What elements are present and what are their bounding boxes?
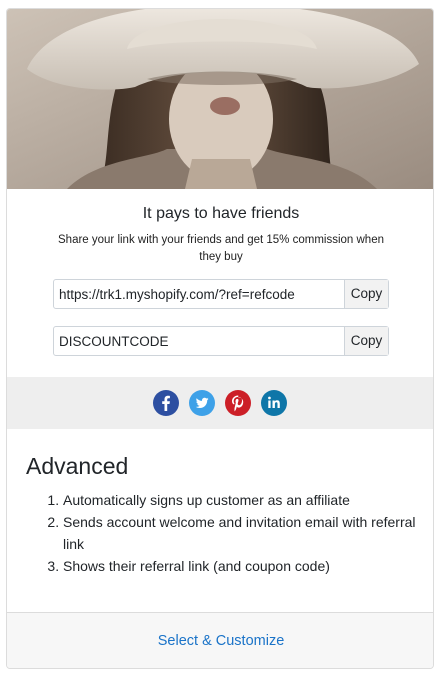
card-footer: Select & Customize xyxy=(7,612,433,668)
hero-image xyxy=(7,9,433,189)
copy-link-button[interactable]: Copy xyxy=(344,280,388,308)
advanced-feature-list: Automatically signs up customer as an af… xyxy=(39,489,433,577)
promo-title: It pays to have friends xyxy=(142,205,300,222)
referral-link-input[interactable] xyxy=(54,280,346,308)
twitter-icon[interactable] xyxy=(189,390,215,416)
template-card: It pays to have friends Share your link … xyxy=(6,8,434,669)
list-item: Sends account welcome and invitation ema… xyxy=(63,511,433,555)
linkedin-icon[interactable] xyxy=(261,390,287,416)
facebook-icon[interactable] xyxy=(153,390,179,416)
social-share-bar xyxy=(7,377,433,429)
referral-link-field: Copy xyxy=(53,279,389,309)
select-customize-link[interactable]: Select & Customize xyxy=(158,633,285,649)
list-item: Automatically signs up customer as an af… xyxy=(63,489,433,511)
pinterest-icon[interactable] xyxy=(225,390,251,416)
copy-coupon-button[interactable]: Copy xyxy=(344,327,388,355)
promo-subtitle: Share your link with your friends and ge… xyxy=(58,234,384,263)
coupon-code-field: Copy xyxy=(53,326,389,356)
coupon-code-input[interactable] xyxy=(54,327,346,355)
advanced-heading: Advanced xyxy=(26,453,129,479)
share-panel: It pays to have friends Share your link … xyxy=(7,189,433,377)
list-item: Shows their referral link (and coupon co… xyxy=(63,555,433,577)
